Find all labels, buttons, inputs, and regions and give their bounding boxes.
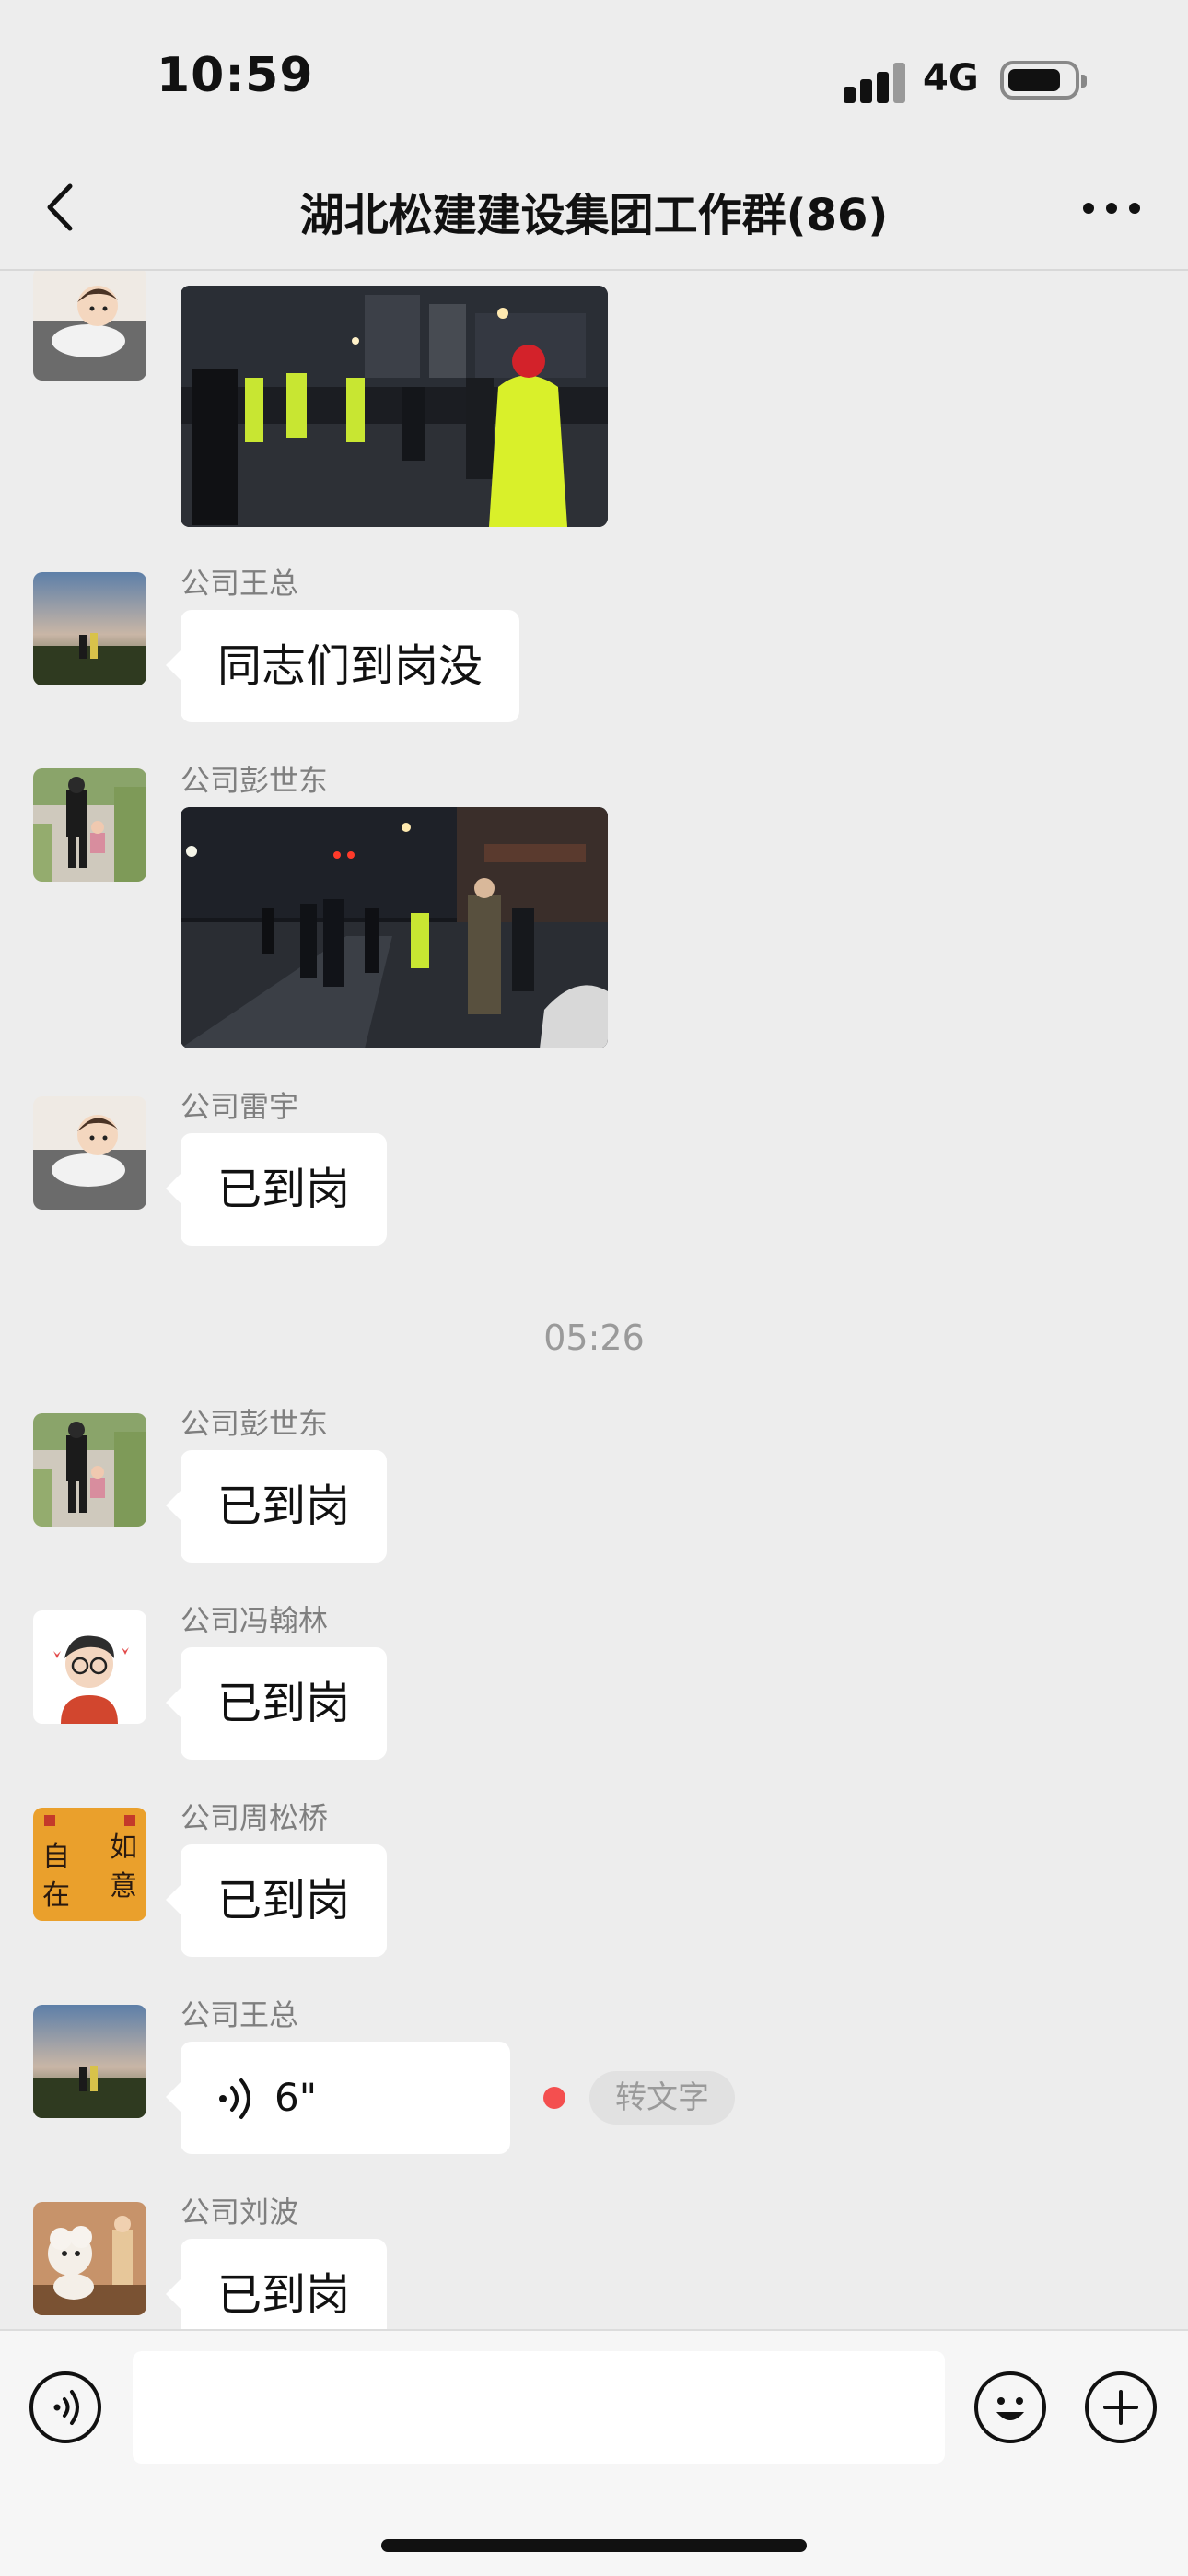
network-type: 4G xyxy=(923,57,979,100)
message-bubble[interactable]: 已到岗 xyxy=(165,1450,388,1563)
status-time: 10:59 xyxy=(157,48,314,103)
voice-duration: 6" xyxy=(274,2075,318,2120)
avatar-calligraphy-char: 自 xyxy=(42,1841,70,1873)
battery-icon xyxy=(1000,61,1087,100)
voice-wave-icon xyxy=(219,2078,250,2119)
avatar-calligraphy-char: 如 xyxy=(110,1832,137,1864)
chat-photo-night-road[interactable] xyxy=(181,807,608,1048)
sender-name: 公司雷宇 xyxy=(181,1089,299,1124)
chat-photo-night-street[interactable] xyxy=(181,286,608,527)
voice-input-icon[interactable] xyxy=(29,2371,101,2443)
sender-name: 公司周松桥 xyxy=(181,1800,329,1835)
chat-header: 湖北松建建设集团工作群(86) xyxy=(0,147,1188,271)
signal-icon xyxy=(844,63,906,103)
message-bubble[interactable]: 同志们到岗没 xyxy=(165,610,520,722)
message-bubble[interactable]: 已到岗 xyxy=(165,1647,388,1760)
more-icon[interactable] xyxy=(1079,197,1144,225)
message-bubble[interactable]: 已到岗 xyxy=(165,1844,388,1957)
cartoon-glasses-man-avatar[interactable] xyxy=(33,1610,146,1724)
emoji-icon[interactable] xyxy=(974,2371,1046,2443)
sender-name: 公司彭世东 xyxy=(181,763,329,798)
message-bubble[interactable]: 已到岗 xyxy=(165,2239,388,2329)
sender-name: 公司刘波 xyxy=(181,2195,299,2230)
voice-message-bubble[interactable]: 6" xyxy=(166,2042,510,2154)
sunset-landscape-avatar[interactable] xyxy=(33,572,146,685)
cartoon-boy-avatar[interactable] xyxy=(33,271,146,381)
status-bar: 10:59 4G xyxy=(0,0,1188,147)
sender-name: 公司王总 xyxy=(181,1997,299,2032)
sunset-landscape-avatar[interactable] xyxy=(33,2005,146,2118)
avatar-calligraphy-char: 在 xyxy=(42,1879,70,1912)
convert-to-text-button[interactable]: 转文字 xyxy=(589,2071,735,2125)
avatar-calligraphy-char: 意 xyxy=(110,1870,137,1903)
plus-icon[interactable] xyxy=(1085,2371,1157,2443)
poodle-dog-avatar[interactable] xyxy=(33,2202,146,2315)
home-indicator xyxy=(381,2539,807,2552)
parent-child-walk-avatar[interactable] xyxy=(33,1413,146,1527)
parent-child-walk-avatar[interactable] xyxy=(33,768,146,882)
message-list[interactable]: 公司王总 同志们到岗没 公司彭世东 公司雷宇 已到岗 05:26 公司彭世东 已… xyxy=(0,271,1188,2329)
unread-dot xyxy=(543,2087,565,2109)
sender-name: 公司王总 xyxy=(181,566,299,601)
message-bubble[interactable]: 已到岗 xyxy=(165,1133,388,1246)
cartoon-boy-avatar[interactable] xyxy=(33,1096,146,1210)
sender-name: 公司冯翰林 xyxy=(181,1603,329,1638)
sender-name: 公司彭世东 xyxy=(181,1406,329,1441)
message-input[interactable] xyxy=(133,2351,945,2464)
chat-timestamp: 05:26 xyxy=(543,1317,645,1358)
calligraphy-avatar[interactable]: 自 在 如 意 xyxy=(33,1808,146,1921)
chat-title[interactable]: 湖北松建建设集团工作群(86) xyxy=(0,179,1188,243)
